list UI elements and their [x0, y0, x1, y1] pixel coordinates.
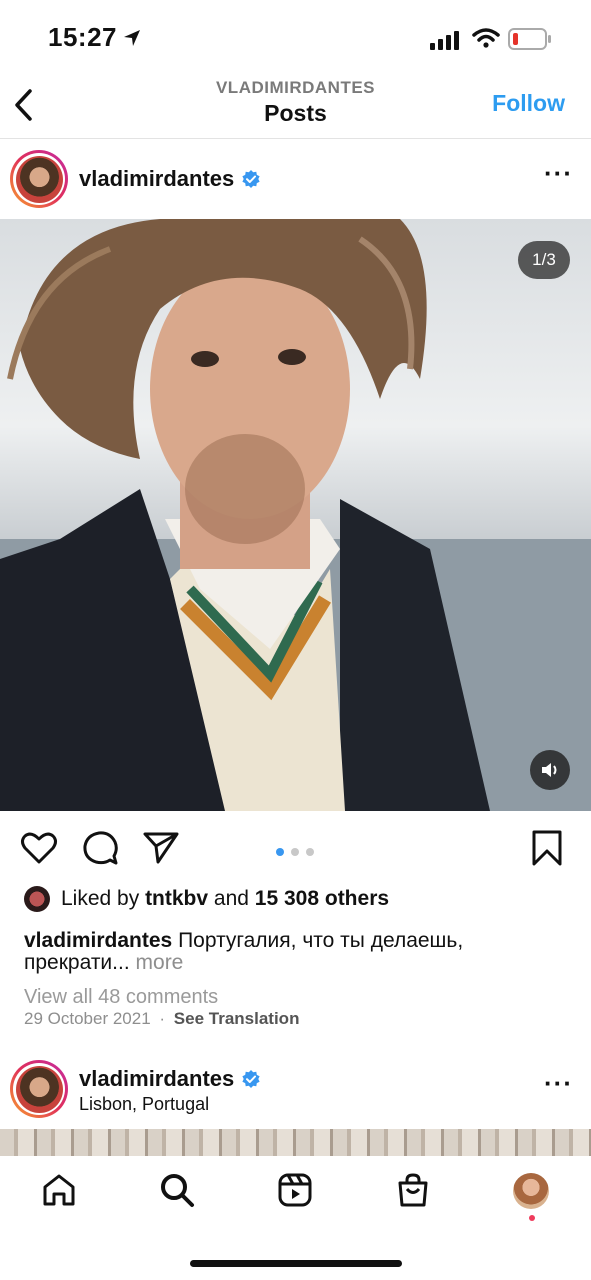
post2-location[interactable]: Lisbon, Portugal — [79, 1094, 209, 1115]
image-counter: 1/3 — [518, 241, 570, 279]
caption-username[interactable]: vladimirdantes — [24, 929, 172, 952]
battery-icon — [508, 28, 551, 50]
home-icon[interactable] — [41, 1172, 77, 1208]
post-username: vladimirdantes — [79, 166, 235, 191]
status-time: 15:27 — [48, 22, 117, 52]
view-comments-link[interactable]: View all 48 comments — [24, 986, 218, 1009]
avatar-image — [15, 155, 63, 203]
post2-image[interactable] — [0, 1129, 591, 1159]
caption-text-cont: прекрати... — [24, 951, 130, 974]
comment-bubble-icon[interactable] — [81, 829, 119, 867]
search-icon[interactable] — [159, 1172, 195, 1208]
photo-illustration — [0, 219, 591, 811]
follow-button[interactable]: Follow — [492, 90, 565, 117]
sound-toggle-button[interactable] — [530, 750, 570, 790]
post2-username: vladimirdantes — [79, 1066, 235, 1091]
liked-by-prefix: Liked by — [61, 887, 140, 910]
post2-author[interactable]: vladimirdantes — [79, 1066, 260, 1092]
caption-more-link[interactable]: more — [136, 951, 184, 974]
liked-by-user[interactable]: tntkbv — [145, 887, 208, 910]
wifi-icon — [472, 28, 500, 48]
post2-more-options-icon[interactable]: ··· — [544, 1068, 573, 1099]
location-arrow-icon — [124, 30, 140, 46]
home-indicator — [190, 1260, 402, 1267]
cellular-signal-icon — [430, 31, 459, 50]
carousel-dot — [306, 848, 314, 856]
see-translation-link[interactable]: See Translation — [174, 1009, 300, 1028]
liker-avatar[interactable] — [24, 886, 50, 912]
post2-avatar[interactable] — [10, 1060, 68, 1118]
carousel-dot — [276, 848, 284, 856]
shop-bag-icon[interactable] — [395, 1172, 431, 1208]
avatar-image — [15, 1065, 63, 1113]
post-meta: 29 October 2021 · See Translation — [24, 1009, 299, 1029]
verified-badge-icon — [242, 1070, 260, 1088]
post-author[interactable]: vladimirdantes — [79, 166, 260, 192]
speaker-icon — [542, 763, 557, 777]
header-divider — [0, 138, 591, 139]
caption-line-2: прекрати... more — [24, 951, 183, 975]
reels-icon[interactable] — [277, 1172, 313, 1208]
verified-badge-icon — [242, 170, 260, 188]
carousel-indicator — [276, 843, 321, 861]
post-avatar[interactable] — [10, 150, 68, 208]
share-paper-plane-icon[interactable] — [142, 829, 180, 867]
like-heart-icon[interactable] — [20, 829, 58, 867]
liked-by-and: and — [213, 887, 249, 910]
likes-summary[interactable]: Liked by tntkbv and 15 308 others — [61, 887, 389, 911]
carousel-dot — [291, 848, 299, 856]
liked-by-others[interactable]: 15 308 others — [255, 887, 389, 910]
meta-separator: · — [159, 1009, 166, 1028]
caption-line-1: vladimirdantes Португалия, что ты делаеш… — [24, 929, 463, 953]
post-date: 29 October 2021 — [24, 1009, 151, 1028]
more-options-icon[interactable]: ··· — [544, 158, 573, 189]
caption-text: Португалия, что ты делаешь, — [178, 929, 464, 952]
save-bookmark-icon[interactable] — [528, 829, 566, 867]
notification-dot — [529, 1215, 535, 1221]
profile-tab-avatar[interactable] — [513, 1173, 549, 1209]
post-image[interactable] — [0, 219, 591, 811]
